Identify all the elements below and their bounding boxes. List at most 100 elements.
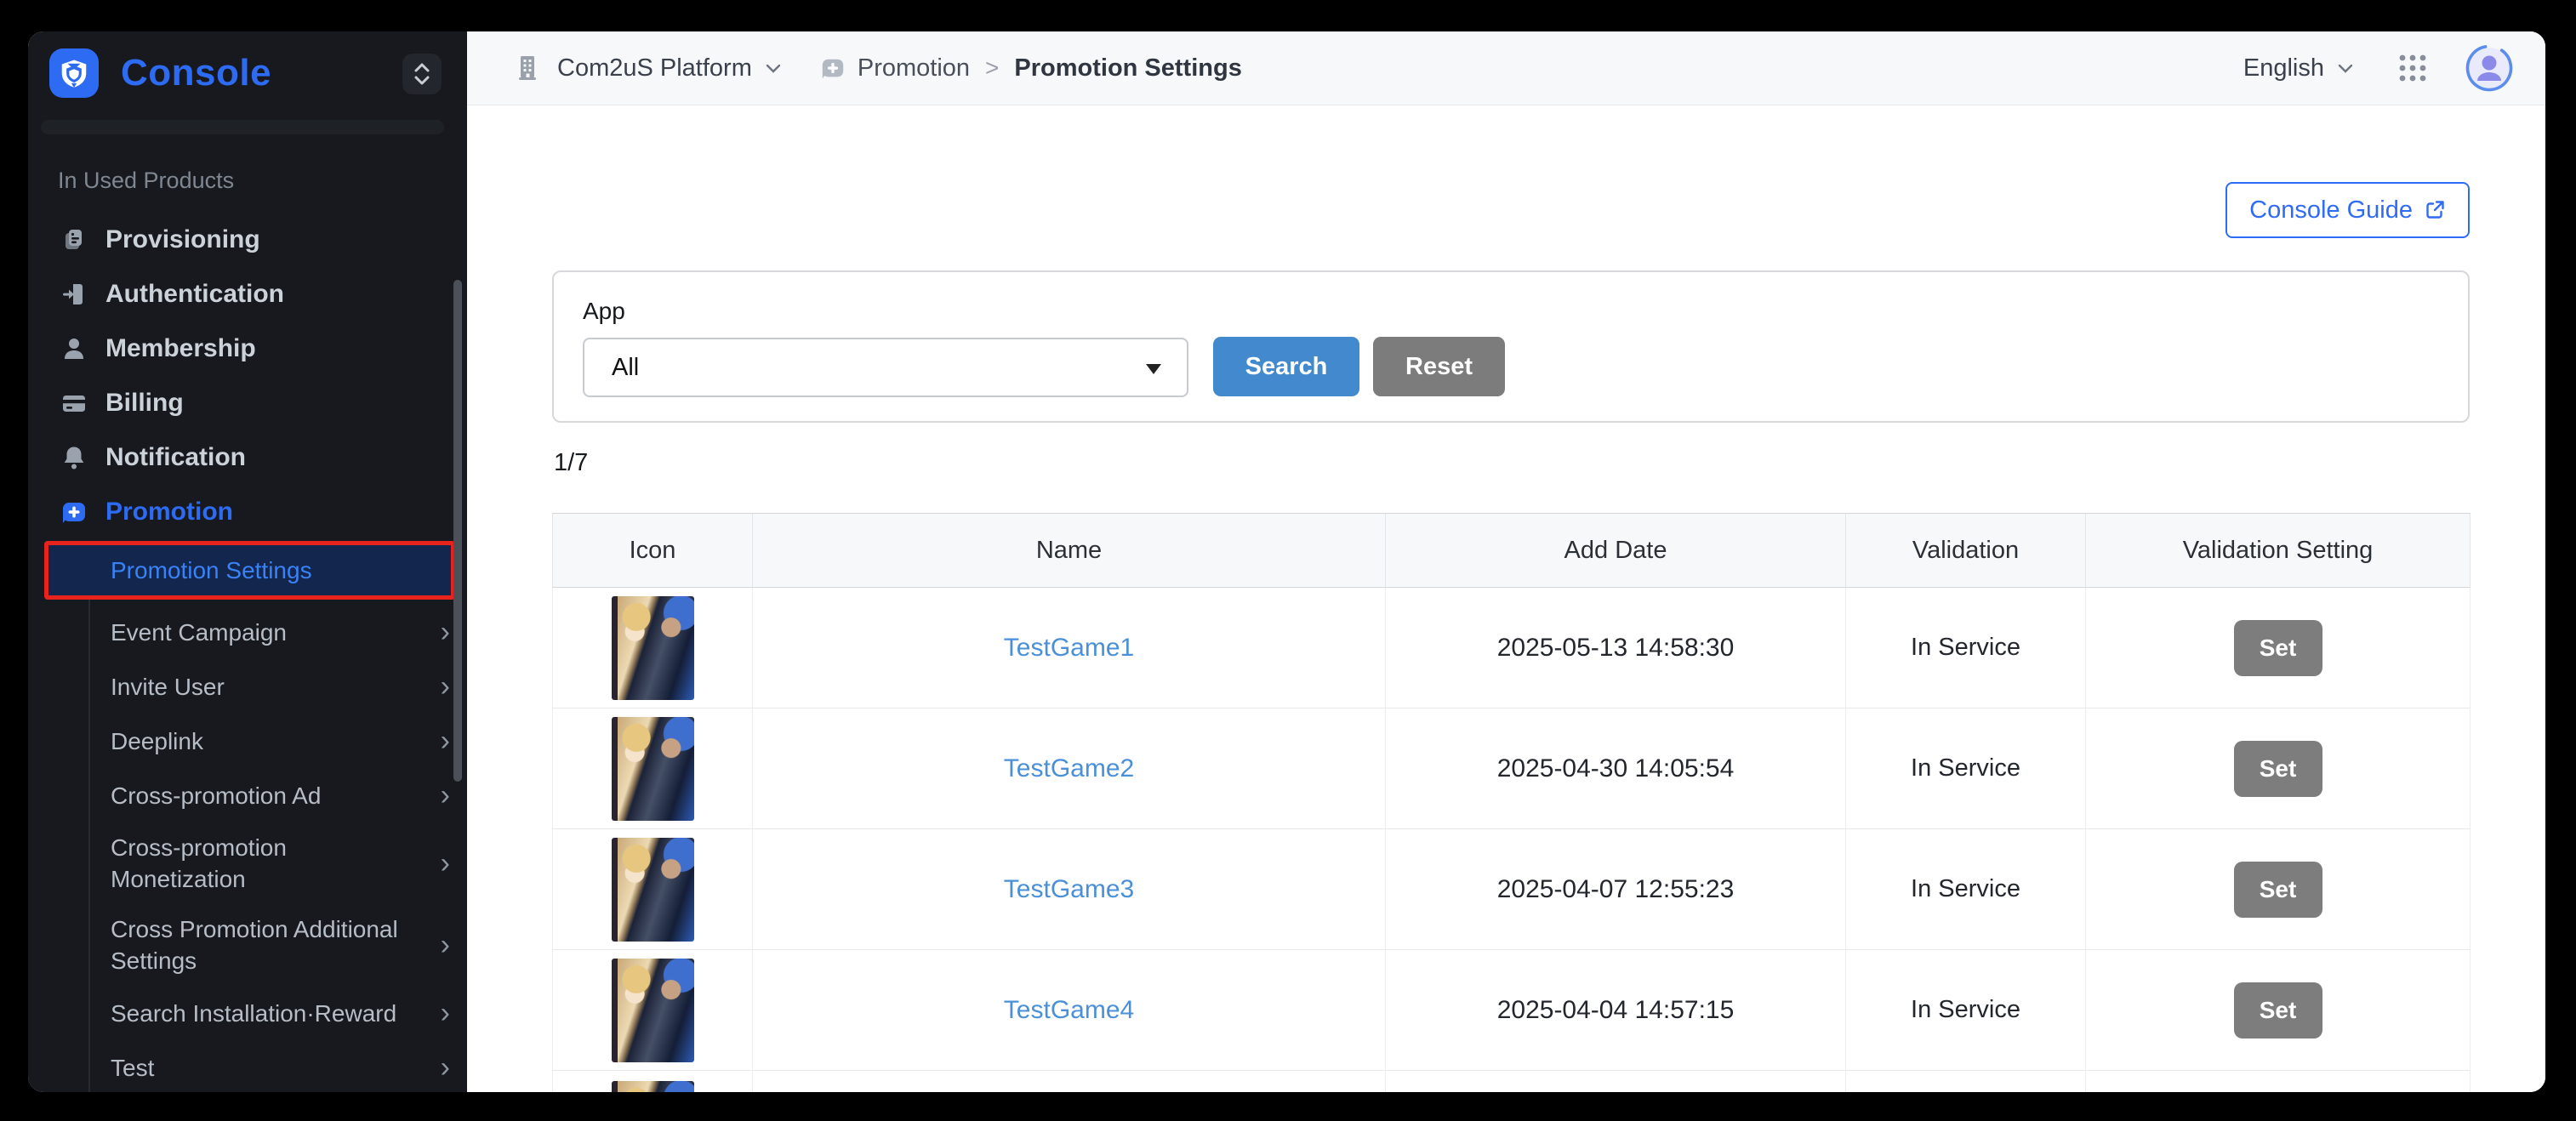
sidebar-subitem[interactable]: Event Campaign ›	[28, 605, 467, 659]
game-icon-image	[612, 1081, 694, 1092]
add-date-cell	[1386, 1071, 1846, 1092]
sidebar-item-authentication[interactable]: Authentication	[28, 267, 467, 322]
sidebar-collapse-button[interactable]	[402, 54, 442, 94]
sidebar-subitem-label: Cross Promotion Additional Settings	[111, 913, 417, 976]
game-icon-image	[612, 838, 694, 942]
validation-status: In Service	[1911, 875, 2020, 903]
column-header-validation-setting: Validation Setting	[2086, 513, 2471, 588]
game-name-link[interactable]: TestGame2	[1004, 754, 1134, 783]
breadcrumb-product[interactable]: Promotion	[858, 54, 970, 83]
sidebar-item-label: Membership	[105, 334, 256, 363]
game-name-link[interactable]: TestGame1	[1004, 634, 1134, 663]
app-filter-label: App	[583, 298, 625, 325]
sidebar-subitem-label: Invite User	[111, 671, 225, 703]
clipboard-icon	[60, 225, 88, 254]
sidebar-subitem[interactable]: Cross-promotion Ad ›	[28, 768, 467, 822]
language-selector[interactable]: English	[2243, 54, 2324, 83]
sidebar-subitem[interactable]: Promotion Settings ›	[44, 541, 455, 600]
app-grid-icon[interactable]	[2397, 53, 2428, 83]
sidebar-item-label: Provisioning	[105, 225, 260, 254]
chevron-right-icon: ›	[441, 782, 455, 808]
validation-setting-cell: Set	[2086, 708, 2471, 829]
icon-cell	[552, 829, 753, 950]
external-link-icon	[2424, 199, 2446, 221]
app-title: Console	[121, 52, 271, 94]
table-body: TestGame1 2025-05-13 14:58:30 In Service	[552, 588, 2471, 1092]
add-date-cell: 2025-04-30 14:05:54	[1386, 708, 1846, 829]
sidebar-item-label: Billing	[105, 389, 184, 418]
chevron-right-icon: ›	[441, 1055, 455, 1080]
sidebar-subitem-label: Cross-promotion Monetization	[111, 832, 417, 895]
add-date-cell: 2025-04-04 14:57:15	[1386, 950, 1846, 1071]
reset-button[interactable]: Reset	[1373, 337, 1505, 396]
console-shield-icon	[49, 48, 99, 98]
bell-icon	[60, 443, 88, 472]
set-button[interactable]: Set	[2234, 982, 2322, 1038]
search-button[interactable]: Search	[1213, 337, 1359, 396]
name-cell: TestGame1	[753, 588, 1386, 708]
console-guide-button[interactable]: Console Guide	[2226, 182, 2470, 238]
sidebar-item-membership[interactable]: Membership	[28, 322, 467, 376]
breadcrumb: Com2uS Platform Promotion	[515, 54, 1242, 83]
validation-setting-cell: Set	[2086, 829, 2471, 950]
sidebar-section-label: In Used Products	[58, 168, 234, 194]
console-guide-label: Console Guide	[2249, 196, 2413, 225]
validation-setting-cell	[2086, 1071, 2471, 1092]
column-header-add-date: Add Date	[1386, 513, 1846, 588]
sidebar-item-billing[interactable]: Billing	[28, 376, 467, 430]
table-header-row: Icon Name Add Date Validation Validation…	[552, 513, 2471, 588]
sidebar-item-notification[interactable]: Notification	[28, 430, 467, 485]
sidebar-subitem[interactable]: Cross-promotion Monetization ›	[28, 822, 467, 904]
workspace-selector[interactable]: Com2uS Platform	[557, 54, 752, 83]
validation-cell: In Service	[1846, 950, 2086, 1071]
add-date-cell: 2025-04-07 12:55:23	[1386, 829, 1846, 950]
validation-cell: In Service	[1846, 588, 2086, 708]
game-name-link[interactable]: TestGame4	[1004, 996, 1134, 1025]
topbar-controls: English	[2243, 44, 2513, 92]
sidebar-subitem[interactable]: Deeplink ›	[28, 714, 467, 768]
set-button[interactable]: Set	[2234, 620, 2322, 676]
sidebar-subitem[interactable]: Test ›	[28, 1040, 467, 1092]
table-rows-host: TestGame1 2025-05-13 14:58:30 In Service	[552, 588, 2471, 1071]
sidebar-scrollbar-thumb[interactable]	[453, 280, 462, 782]
app-logo: Console	[49, 48, 271, 98]
sidebar-subitem-label: Cross-promotion Ad	[111, 780, 321, 811]
table-row: TestGame3 2025-04-07 12:55:23 In Service	[552, 829, 2471, 950]
chevron-down-icon	[766, 64, 781, 73]
sidebar-subitem[interactable]: Cross Promotion Additional Settings ›	[28, 904, 467, 986]
validation-setting-cell: Set	[2086, 950, 2471, 1071]
name-cell: TestGame2	[753, 708, 1386, 829]
add-date-value: 2025-04-30 14:05:54	[1497, 754, 1735, 783]
select-caret-icon	[1146, 364, 1161, 374]
icon-cell	[552, 1071, 753, 1092]
app-select[interactable]: All	[583, 338, 1188, 397]
game-icon-image	[612, 959, 694, 1062]
sidebar-subitem[interactable]: Invite User ›	[28, 659, 467, 714]
content-column: Com2uS Platform Promotion	[467, 31, 2545, 1092]
validation-cell: In Service	[1846, 829, 2086, 950]
sidebar-subitem[interactable]: Search Installation·Reward ›	[28, 986, 467, 1040]
game-icon-image	[612, 717, 694, 821]
promotion-table: Icon Name Add Date Validation Validation…	[552, 513, 2471, 1092]
page-indicator: 1/7	[554, 449, 588, 477]
topbar: Com2uS Platform Promotion	[467, 31, 2545, 105]
app-window: Console In Used Products	[28, 31, 2545, 1092]
user-avatar[interactable]	[2465, 44, 2513, 92]
name-cell	[753, 1071, 1386, 1092]
sidebar-subitem-label: Promotion Settings	[111, 555, 312, 586]
game-name-link[interactable]: TestGame3	[1004, 875, 1134, 904]
set-button[interactable]: Set	[2234, 741, 2322, 797]
chevron-right-icon: ›	[441, 851, 455, 876]
name-cell: TestGame4	[753, 950, 1386, 1071]
chevron-right-icon: ›	[441, 1000, 455, 1026]
icon-cell	[552, 708, 753, 829]
add-date-cell: 2025-05-13 14:58:30	[1386, 588, 1846, 708]
sidebar-divider	[41, 120, 444, 134]
sidebar-subitem-label: Deeplink	[111, 726, 203, 757]
sidebar-item-provisioning[interactable]: Provisioning	[28, 213, 467, 267]
set-button[interactable]: Set	[2234, 862, 2322, 918]
sidebar-item-promotion[interactable]: Promotion	[28, 485, 467, 539]
app-select-value: All	[612, 354, 639, 382]
validation-status: In Service	[1911, 996, 2020, 1024]
table-row: TestGame2 2025-04-30 14:05:54 In Service	[552, 708, 2471, 829]
